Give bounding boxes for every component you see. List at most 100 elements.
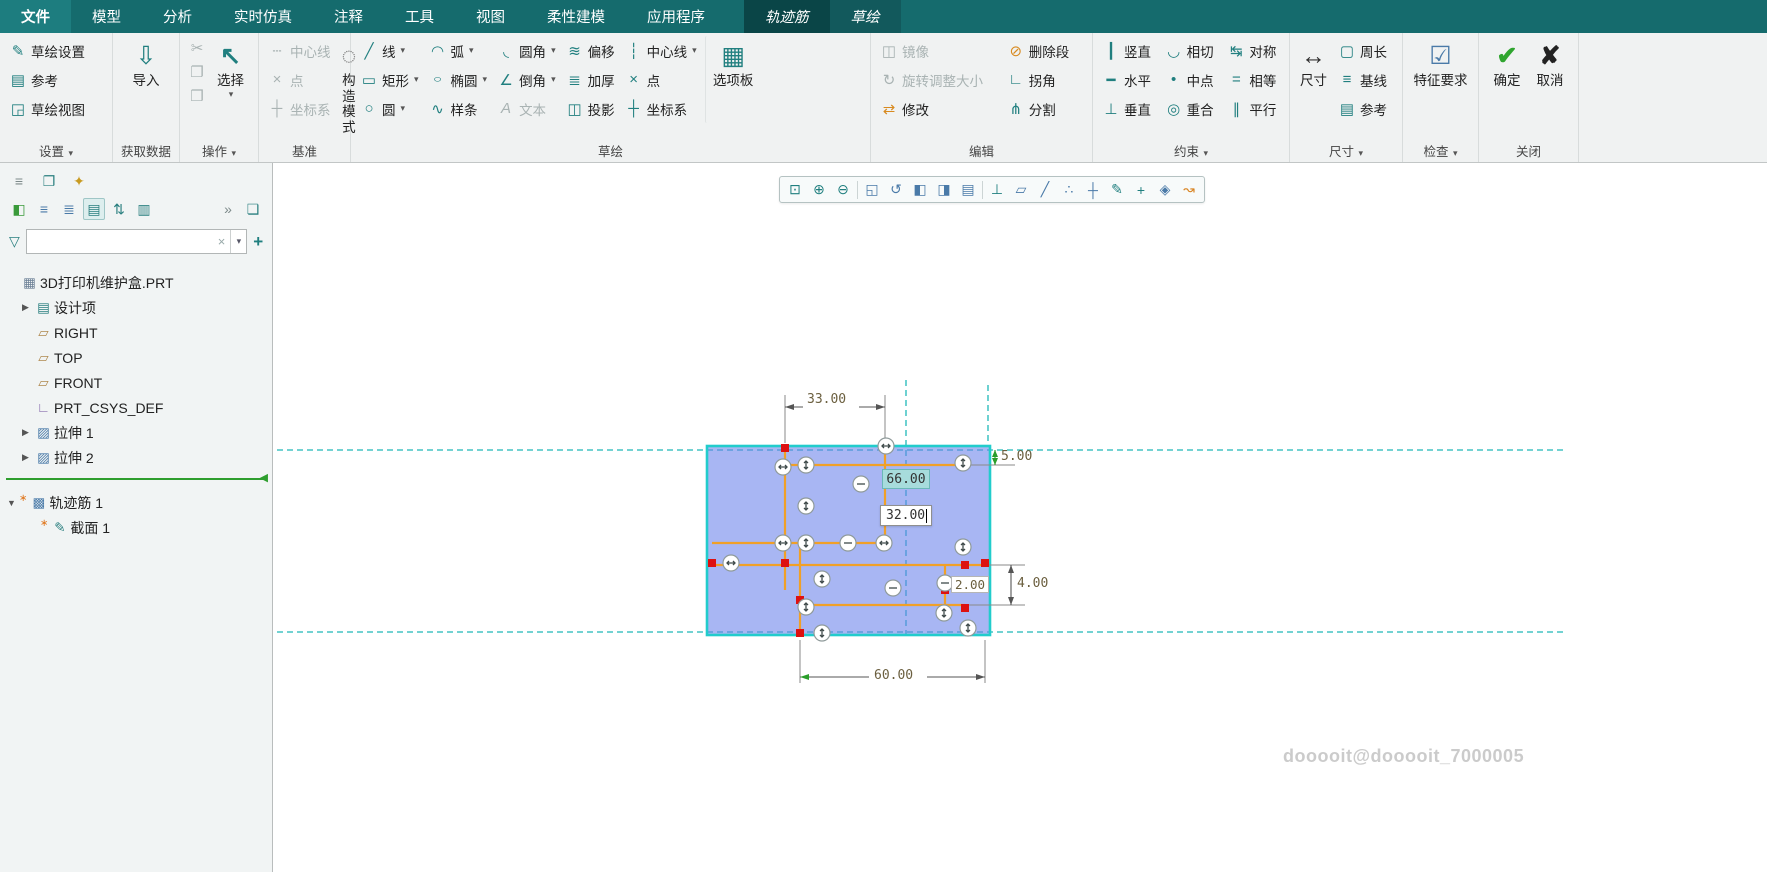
settings-doc-icon[interactable]: ❏: [242, 198, 264, 220]
ok-button[interactable]: ✔ 确定: [1489, 36, 1526, 92]
tab-analysis[interactable]: 分析: [142, 0, 213, 33]
spline-button[interactable]: ∿ 样条: [425, 94, 492, 123]
datum-axes-display-icon[interactable]: ╱: [1033, 178, 1057, 201]
constraint-midpoint-button[interactable]: • 中点: [1161, 65, 1222, 94]
rotate-resize-button[interactable]: ↻ 旋转调整大小: [876, 65, 1001, 94]
import-button[interactable]: ⇩ 导入: [118, 36, 174, 92]
group-label-settings[interactable]: 设置 ▾: [0, 141, 112, 160]
tab-annotate[interactable]: 注释: [313, 0, 384, 33]
tab-live-simulation[interactable]: 实时仿真: [213, 0, 313, 33]
tab-sketch-active[interactable]: 草绘: [829, 0, 901, 33]
tree-item-extrude-1[interactable]: ▶ ▨ 拉伸 1: [0, 420, 272, 445]
links-icon[interactable]: ↝: [1177, 178, 1201, 201]
dimension-2[interactable]: 2.00: [951, 576, 989, 593]
reference-dimension-button[interactable]: ▤ 参考: [1334, 94, 1391, 123]
refit-icon[interactable]: ◱: [860, 178, 884, 201]
references-button[interactable]: ▤ 参考: [5, 65, 107, 94]
perimeter-dimension-button[interactable]: ▢ 周长: [1334, 36, 1391, 65]
constraint-parallel-button[interactable]: ∥ 平行: [1223, 94, 1284, 123]
dimension-66-selected[interactable]: 66.00: [882, 469, 930, 489]
tree-item-design-items[interactable]: ▶ ▤ 设计项: [0, 295, 272, 320]
baseline-dimension-button[interactable]: ≡ 基线: [1334, 65, 1391, 94]
line-button[interactable]: ╱ 线 ▾: [356, 36, 423, 65]
ellipse-button[interactable]: ○ 椭圆 ▾: [425, 65, 492, 94]
graphics-area[interactable]: ⊡ ⊕ ⊖ ◱ ↺ ◧ ◨ ▤ ⊥ ▱ ╱ ∴ ┼ ✎ + ◈ ↝ 33.00 …: [273, 163, 1767, 872]
tab-view[interactable]: 视图: [455, 0, 526, 33]
sort-icon[interactable]: ⇅: [108, 198, 130, 220]
tree-item-trajectory-rib[interactable]: ▼ ∗ ▩ 轨迹筋 1: [0, 490, 272, 515]
group-label-sketch[interactable]: 草绘: [351, 141, 870, 160]
expand-closed-icon[interactable]: ▶: [18, 302, 33, 313]
datum-csys-button[interactable]: ┼ 坐标系: [264, 94, 335, 123]
modify-button[interactable]: ⇄ 修改: [876, 94, 1001, 123]
expand-closed-icon[interactable]: ▶: [18, 427, 33, 438]
sketch-csys-button[interactable]: ┼ 坐标系: [621, 94, 701, 123]
group-label-inspect[interactable]: 检查 ▾: [1403, 141, 1478, 160]
constraint-tangent-button[interactable]: ◡ 相切: [1161, 36, 1222, 65]
repaint-icon[interactable]: ↺: [884, 178, 908, 201]
select-button[interactable]: ↖ 选择 ▾: [212, 36, 249, 108]
insert-here-indicator[interactable]: ◀: [6, 472, 268, 484]
csys-display-icon[interactable]: ┼: [1081, 178, 1105, 201]
overflow-icon[interactable]: »: [217, 198, 239, 220]
tree-item-csys[interactable]: ∟ PRT_CSYS_DEF: [0, 395, 272, 420]
expand-closed-icon[interactable]: ▶: [18, 452, 33, 463]
divide-button[interactable]: ⋔ 分割: [1003, 94, 1087, 123]
copy-button[interactable]: ❐: [185, 60, 209, 84]
constraint-equal-button[interactable]: = 相等: [1223, 65, 1284, 94]
paste-button[interactable]: ❒: [185, 84, 209, 108]
fillet-button[interactable]: ◟ 圆角 ▾: [493, 36, 560, 65]
tab-tools[interactable]: 工具: [384, 0, 455, 33]
annotations-display-icon[interactable]: ✎: [1105, 178, 1129, 201]
sketch-centerline-button[interactable]: ┆ 中心线 ▾: [621, 36, 701, 65]
group-label-constrain[interactable]: 约束 ▾: [1093, 141, 1289, 160]
group-label-edit[interactable]: 编辑: [871, 141, 1092, 160]
clear-filter-icon[interactable]: ×: [213, 234, 231, 249]
sketch-point-button[interactable]: × 点: [621, 65, 701, 94]
sketch-setup-button[interactable]: ✎ 草绘设置: [5, 36, 107, 65]
constraint-perpendicular-button[interactable]: ⊥ 垂直: [1098, 94, 1159, 123]
display-style-shaded-icon[interactable]: ◧: [908, 178, 932, 201]
filter-dropdown-icon[interactable]: ▾: [230, 230, 246, 253]
columns-icon[interactable]: ▥: [133, 198, 155, 220]
datum-points-display-icon[interactable]: ∴: [1057, 178, 1081, 201]
constraint-symmetric-button[interactable]: ↹ 对称: [1223, 36, 1284, 65]
mirror-button[interactable]: ◫ 镜像: [876, 36, 1001, 65]
delete-segment-button[interactable]: ⊘ 删除段: [1003, 36, 1087, 65]
offset-button[interactable]: ≋ 偏移: [562, 36, 619, 65]
constraint-vertical-button[interactable]: ┃ 竖直: [1098, 36, 1159, 65]
tree-item-top-plane[interactable]: ▱ TOP: [0, 345, 272, 370]
corner-button[interactable]: ∟ 拐角: [1003, 65, 1087, 94]
constraint-horizontal-button[interactable]: ━ 水平: [1098, 65, 1159, 94]
palette-button[interactable]: ▦ 选项板: [704, 36, 761, 123]
feature-requirements-button[interactable]: ☑ 特征要求: [1408, 36, 1473, 92]
chamfer-button[interactable]: ∠ 倒角 ▾: [493, 65, 560, 94]
tree-filter-input[interactable]: [26, 234, 213, 249]
tab-flexible-modeling[interactable]: 柔性建模: [526, 0, 626, 33]
arc-button[interactable]: ◠ 弧 ▾: [425, 36, 492, 65]
circle-button[interactable]: ○ 圆 ▾: [356, 94, 423, 123]
spin-center-icon[interactable]: +: [1129, 178, 1153, 201]
tree-item-extrude-2[interactable]: ▶ ▨ 拉伸 2: [0, 445, 272, 470]
dimension-5[interactable]: 5.00: [1001, 449, 1032, 464]
list-columns-icon[interactable]: ▤: [83, 198, 105, 220]
add-filter-button[interactable]: +: [252, 232, 264, 252]
cancel-button[interactable]: ✘ 取消: [1532, 36, 1569, 92]
tab-file[interactable]: 文件: [0, 0, 71, 33]
display-style-hidden-icon[interactable]: ◨: [932, 178, 956, 201]
datum-planes-display-icon[interactable]: ▱: [1009, 178, 1033, 201]
dimension-33[interactable]: 33.00: [807, 392, 846, 407]
cut-button[interactable]: ✂: [185, 36, 209, 60]
dimension-32-edit-box[interactable]: 32.00: [880, 505, 932, 526]
thicken-button[interactable]: ≣ 加厚: [562, 65, 619, 94]
group-label-close[interactable]: 关闭: [1479, 141, 1578, 160]
datum-point-button[interactable]: × 点: [264, 65, 335, 94]
dimension-60[interactable]: 60.00: [874, 668, 913, 683]
text-button[interactable]: A 文本: [493, 94, 560, 123]
project-button[interactable]: ◫ 投影: [562, 94, 619, 123]
group-label-operations[interactable]: 操作 ▾: [180, 141, 258, 160]
tree-item-front-plane[interactable]: ▱ FRONT: [0, 370, 272, 395]
tab-trajectory-rib[interactable]: 轨迹筋: [744, 0, 830, 33]
model-tree-icon[interactable]: ≡: [8, 170, 30, 192]
orient-3d-icon[interactable]: ◈: [1153, 178, 1177, 201]
